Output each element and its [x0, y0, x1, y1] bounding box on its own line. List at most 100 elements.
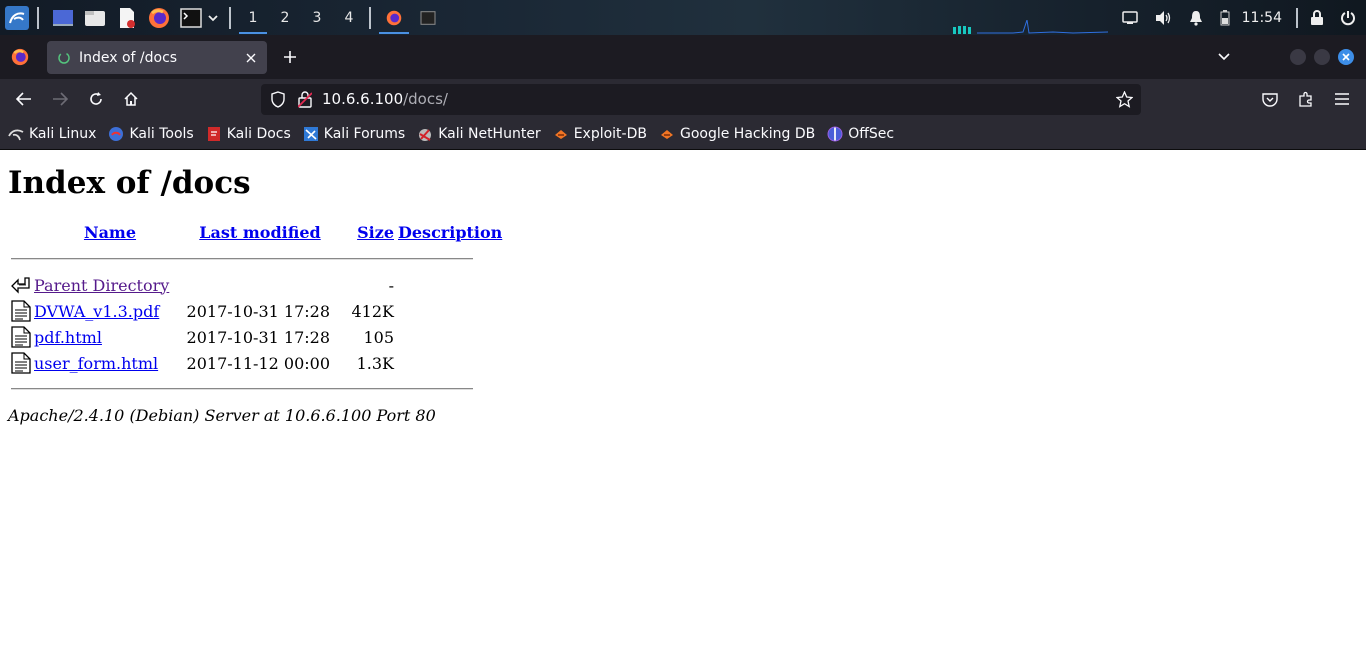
sort-by-name-link[interactable]: Name [84, 223, 136, 242]
modified-cell [186, 272, 334, 298]
volume-icon[interactable] [1146, 0, 1180, 35]
bookmark-label: Kali Docs [226, 126, 291, 142]
bookmark-offsec[interactable]: OffSec [827, 126, 894, 142]
file-link-pdf-html[interactable]: pdf.html [34, 328, 102, 347]
app-menu-button[interactable] [1328, 85, 1356, 113]
hamburger-menu-icon [1335, 93, 1349, 105]
bookmark-label: Kali Linux [29, 126, 97, 142]
bookmark-kali-linux[interactable]: Kali Linux [8, 126, 96, 142]
firefox-icon[interactable] [145, 4, 173, 32]
description-cell [394, 272, 502, 298]
system-tray: 11:54 [1114, 0, 1366, 35]
power-icon[interactable] [1332, 0, 1366, 35]
divider [11, 258, 473, 260]
parent-directory-link[interactable]: Parent Directory [34, 276, 169, 295]
table-row: user_form.html 2017-11-12 00:00 1.3K [8, 350, 502, 376]
sort-by-size-link[interactable]: Size [357, 223, 394, 242]
bookmark-kali-forums[interactable]: Kali Forums [303, 126, 405, 142]
exploit-db-icon [553, 126, 569, 142]
description-cell [394, 298, 502, 324]
insecure-lock-icon[interactable] [298, 91, 312, 108]
desktop-taskbar: 1 2 3 4 11:54 [0, 0, 1366, 35]
terminal-task-button[interactable] [411, 0, 445, 35]
description-cell [394, 324, 502, 350]
terminal-icon[interactable] [177, 4, 205, 32]
bookmark-label: Google Hacking DB [679, 126, 816, 142]
bookmark-google-hacking-db[interactable]: Google Hacking DB [659, 126, 815, 142]
terminal-icon [420, 10, 436, 25]
modified-column-header: Last modified [186, 219, 334, 246]
workspace-4[interactable]: 4 [333, 0, 365, 35]
url-path: /docs/ [403, 90, 448, 108]
window-close-button[interactable] [1338, 49, 1354, 65]
battery-icon [1212, 0, 1238, 35]
directory-listing-table: Name Last modified Size Description Pare… [8, 219, 502, 402]
taskbar-separator [37, 6, 39, 29]
workspace-1[interactable]: 1 [237, 0, 269, 35]
table-row: pdf.html 2017-10-31 17:28 105 [8, 324, 502, 350]
pocket-button[interactable] [1256, 85, 1284, 113]
bookmark-label: OffSec [848, 126, 895, 142]
navigation-toolbar: 10.6.6.100/docs/ [0, 79, 1366, 119]
separator-row [8, 376, 502, 402]
page-title: Index of /docs [8, 165, 251, 201]
bookmark-exploit-db[interactable]: Exploit-DB [553, 126, 647, 142]
back-button[interactable] [10, 85, 38, 113]
loading-icon [58, 51, 70, 64]
size-cell: - [388, 275, 394, 295]
file-link-dvwa-pdf[interactable]: DVWA_v1.3.pdf [34, 302, 159, 321]
firefox-view-icon[interactable] [0, 35, 40, 79]
forward-button[interactable] [46, 85, 74, 113]
maximize-button[interactable] [1314, 49, 1330, 65]
chevron-down-icon[interactable] [205, 4, 221, 32]
workspace-2[interactable]: 2 [269, 0, 301, 35]
file-link-user-form-html[interactable]: user_form.html [34, 354, 158, 373]
firefox-task-button[interactable] [377, 0, 411, 35]
firefox-icon [386, 10, 402, 25]
url-text: 10.6.6.100/docs/ [322, 90, 448, 108]
name-cell: user_form.html [34, 350, 186, 376]
minimize-button[interactable] [1290, 49, 1306, 65]
sort-by-modified-link[interactable]: Last modified [199, 223, 320, 242]
text-editor-icon[interactable] [113, 4, 141, 32]
bookmark-label: Kali Tools [129, 126, 194, 142]
url-host: 10.6.6.100 [322, 90, 404, 108]
page-content: Index of /docs Name Last modified Size D… [0, 151, 1366, 662]
list-all-tabs-button[interactable] [1212, 45, 1236, 69]
name-cell: pdf.html [34, 324, 186, 350]
star-icon[interactable] [1116, 91, 1133, 108]
separator-row [8, 246, 502, 272]
description-cell [394, 350, 502, 376]
extensions-button[interactable] [1292, 85, 1320, 113]
bookmark-kali-tools[interactable]: Kali Tools [108, 126, 194, 142]
arrow-right-icon [53, 92, 68, 106]
divider [11, 388, 473, 390]
network-icon[interactable] [1114, 0, 1146, 35]
offsec-icon [827, 126, 843, 142]
shield-icon[interactable] [270, 91, 286, 108]
desktop-icon[interactable] [49, 4, 77, 32]
back-arrow-icon [8, 272, 34, 298]
bookmark-kali-nethunter[interactable]: Kali NetHunter [417, 126, 541, 142]
clock[interactable]: 11:54 [1238, 10, 1292, 26]
modified-cell: 2017-10-31 17:28 [186, 301, 330, 321]
kali-menu-icon[interactable] [3, 4, 31, 32]
cpu-graph [953, 20, 1108, 34]
tab-index-of-docs[interactable]: Index of /docs [47, 41, 267, 74]
bookmark-kali-docs[interactable]: Kali Docs [206, 126, 291, 142]
url-bar[interactable]: 10.6.6.100/docs/ [261, 84, 1141, 115]
close-icon[interactable] [245, 52, 257, 64]
reload-button[interactable] [82, 85, 110, 113]
reload-icon [90, 92, 102, 105]
puzzle-icon [1299, 91, 1312, 107]
bookmark-label: Kali NetHunter [438, 126, 541, 142]
lock-icon[interactable] [1302, 0, 1332, 35]
sort-by-description-link[interactable]: Description [398, 223, 502, 242]
bookmarks-toolbar: Kali Linux Kali Tools Kali Docs Kali For… [0, 119, 1366, 150]
home-button[interactable] [117, 85, 145, 113]
file-manager-icon[interactable] [81, 4, 109, 32]
notification-icon[interactable] [1180, 0, 1212, 35]
description-column-header: Description [394, 219, 502, 246]
workspace-3[interactable]: 3 [301, 0, 333, 35]
new-tab-button[interactable] [278, 43, 302, 71]
